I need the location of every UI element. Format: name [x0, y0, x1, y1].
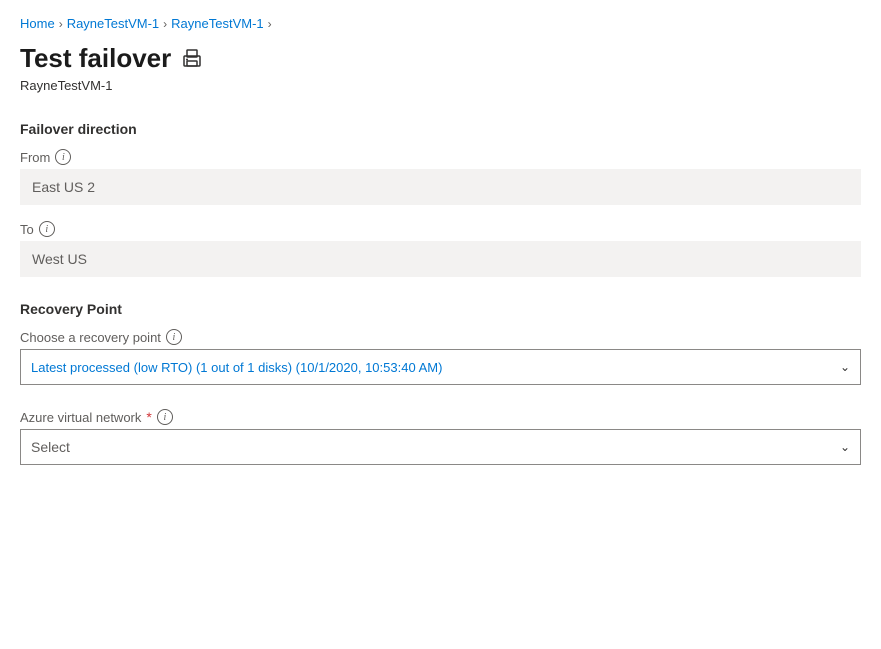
required-star: *: [146, 409, 151, 425]
from-info-icon[interactable]: i: [55, 149, 71, 165]
choose-recovery-label: Choose a recovery point i: [20, 329, 861, 345]
from-label-text: From: [20, 150, 50, 165]
print-icon[interactable]: [181, 49, 203, 69]
recovery-point-section: Recovery Point Choose a recovery point i…: [20, 301, 861, 385]
from-label: From i: [20, 149, 861, 165]
azure-network-dropdown-placeholder: Select: [31, 439, 70, 455]
choose-recovery-label-text: Choose a recovery point: [20, 330, 161, 345]
breadcrumb-vm2[interactable]: RayneTestVM-1: [171, 16, 263, 31]
page-title-area: Test failover: [20, 43, 861, 74]
breadcrumb-sep-1: ›: [59, 17, 63, 31]
to-info-icon[interactable]: i: [39, 221, 55, 237]
from-value-field: East US 2: [20, 169, 861, 205]
from-field-group: From i East US 2: [20, 149, 861, 205]
breadcrumb-sep-3: ›: [268, 17, 272, 31]
azure-network-section: Azure virtual network * i Select ⌄: [20, 409, 861, 465]
page-subtitle: RayneTestVM-1: [20, 78, 861, 93]
page-container: Home › RayneTestVM-1 › RayneTestVM-1 › T…: [0, 0, 881, 649]
failover-direction-section: Failover direction From i East US 2 To i…: [20, 121, 861, 277]
to-label-text: To: [20, 222, 34, 237]
breadcrumb-vm1[interactable]: RayneTestVM-1: [67, 16, 159, 31]
azure-network-info-icon[interactable]: i: [157, 409, 173, 425]
recovery-point-dropdown-value: Latest processed (low RTO) (1 out of 1 d…: [31, 360, 442, 375]
recovery-point-field-group: Choose a recovery point i Latest process…: [20, 329, 861, 385]
recovery-point-chevron-icon: ⌄: [840, 360, 850, 374]
azure-network-label: Azure virtual network * i: [20, 409, 861, 425]
recovery-point-heading: Recovery Point: [20, 301, 861, 317]
recovery-point-dropdown[interactable]: Latest processed (low RTO) (1 out of 1 d…: [20, 349, 861, 385]
breadcrumb-sep-2: ›: [163, 17, 167, 31]
azure-network-dropdown[interactable]: Select ⌄: [20, 429, 861, 465]
to-field-group: To i West US: [20, 221, 861, 277]
breadcrumb-home[interactable]: Home: [20, 16, 55, 31]
to-label: To i: [20, 221, 861, 237]
azure-network-chevron-icon: ⌄: [840, 440, 850, 454]
breadcrumb: Home › RayneTestVM-1 › RayneTestVM-1 ›: [20, 16, 861, 31]
azure-network-field-group: Azure virtual network * i Select ⌄: [20, 409, 861, 465]
page-title: Test failover: [20, 43, 171, 74]
to-value-field: West US: [20, 241, 861, 277]
failover-direction-heading: Failover direction: [20, 121, 861, 137]
recovery-point-info-icon[interactable]: i: [166, 329, 182, 345]
azure-network-label-text: Azure virtual network: [20, 410, 141, 425]
